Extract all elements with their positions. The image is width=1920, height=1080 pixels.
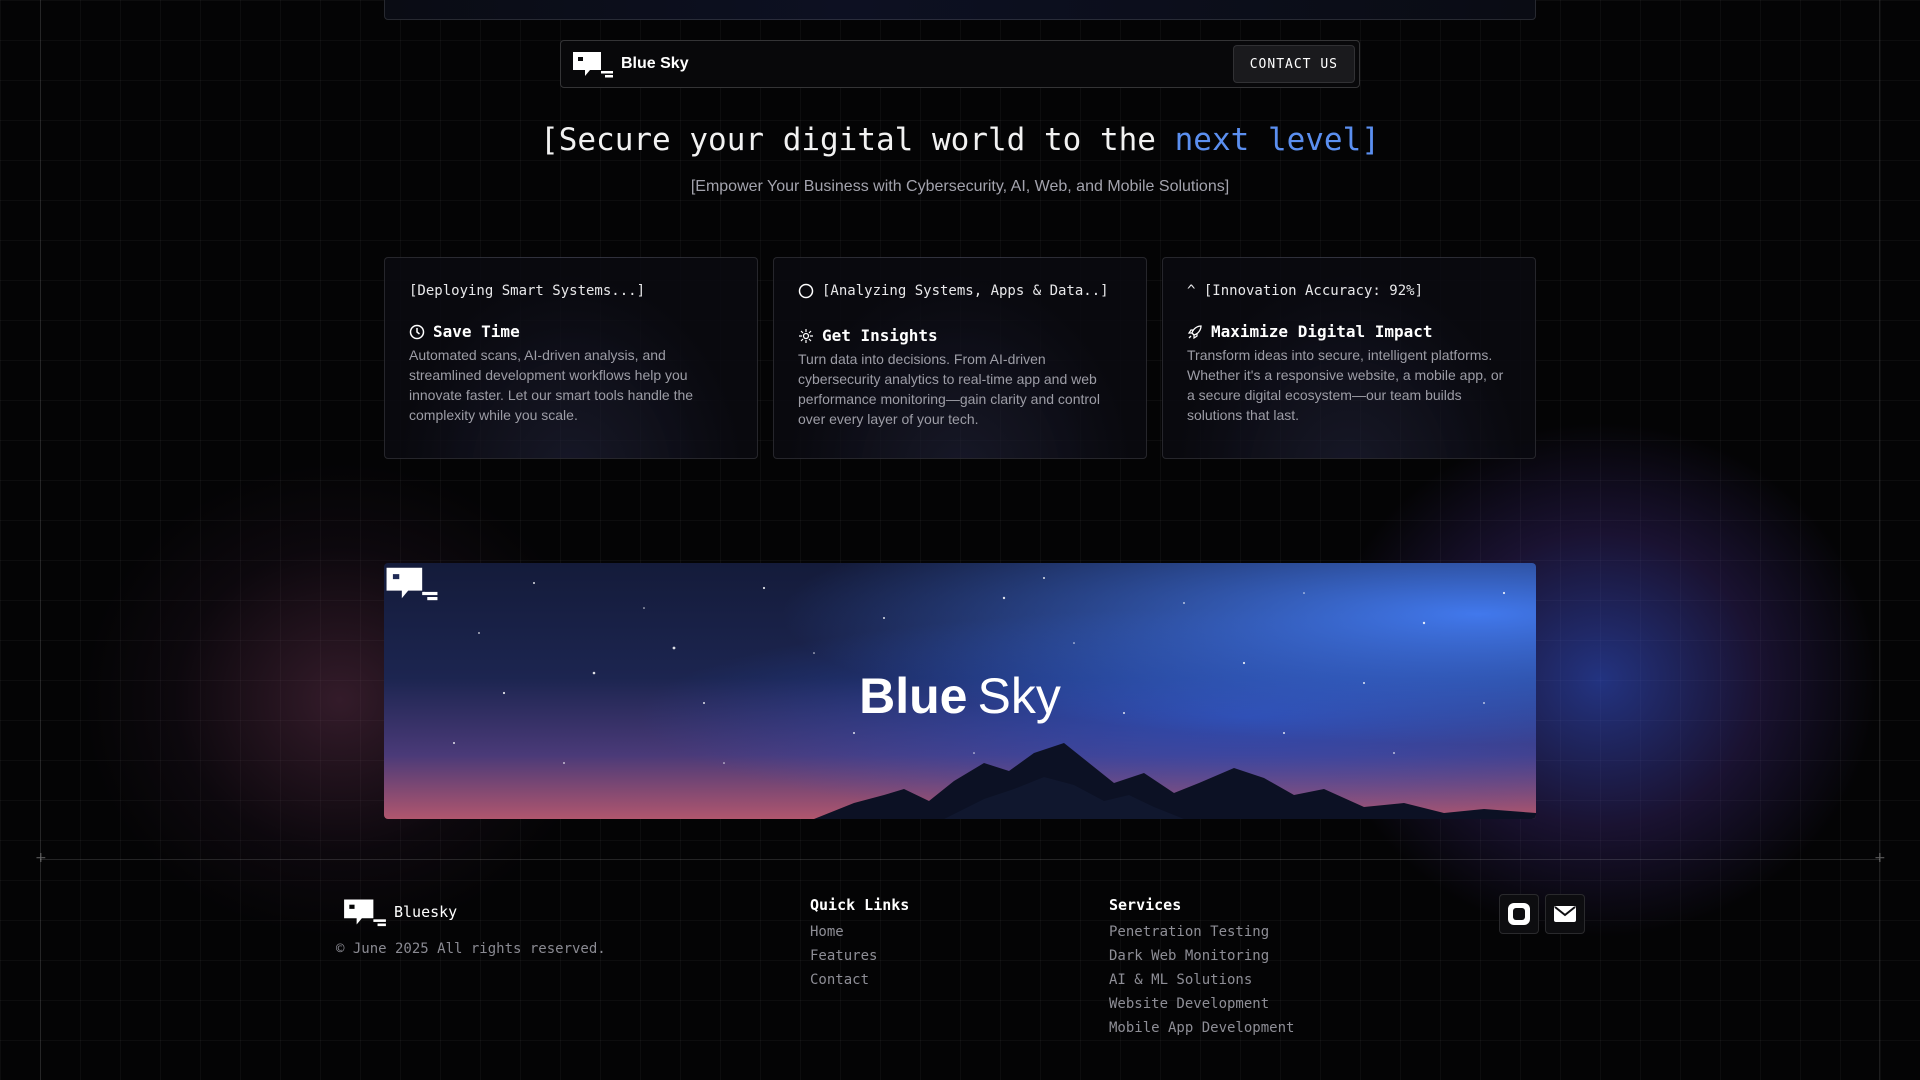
grid-background bbox=[0, 0, 1920, 1080]
footer-services: Services Penetration Testing Dark Web Mo… bbox=[1109, 896, 1294, 1040]
brand-name: Blue Sky bbox=[621, 55, 689, 72]
card-body: Turn data into decisions. From AI-driven… bbox=[798, 351, 1100, 427]
corner-plus-left: + bbox=[35, 850, 47, 866]
card-heading-text: Get Insights bbox=[822, 326, 938, 345]
spark-icon bbox=[799, 328, 813, 343]
feature-cards: [Deploying Smart Systems...] Save Time A… bbox=[384, 257, 1536, 459]
footer-quick-links: Quick Links Home Features Contact bbox=[810, 896, 909, 992]
footer-brand[interactable]: Bluesky bbox=[342, 896, 457, 928]
frame-line-left bbox=[40, 0, 41, 1080]
banner-wordmark: Blue Sky bbox=[859, 667, 1061, 725]
footer-link-mobile-app-development[interactable]: Mobile App Development bbox=[1109, 1016, 1294, 1040]
card-heading: Maximize Digital Impact bbox=[1187, 322, 1511, 341]
footer-link-features[interactable]: Features bbox=[810, 944, 909, 968]
footer-link-home[interactable]: Home bbox=[810, 920, 909, 944]
hero-title-accent: next level] bbox=[1174, 122, 1380, 158]
logo-icon bbox=[344, 899, 386, 927]
previous-section-edge bbox=[384, 0, 1536, 20]
circle-icon bbox=[798, 283, 814, 299]
hero-subtitle: [Empower Your Business with Cybersecurit… bbox=[690, 178, 1230, 195]
card-heading-text: Maximize Digital Impact bbox=[1211, 322, 1433, 341]
logo-icon bbox=[573, 52, 613, 78]
clock-icon bbox=[409, 324, 425, 339]
footer-link-contact[interactable]: Contact bbox=[810, 968, 909, 992]
banner-logo: Blue Sky bbox=[384, 563, 1536, 819]
card-body: Transform ideas into secure, intelligent… bbox=[1187, 347, 1504, 423]
feature-card-get-insights: [Analyzing Systems, Apps & Data..] Get I… bbox=[773, 257, 1147, 459]
banner-word-light: Sky bbox=[977, 668, 1061, 724]
card-tag: [Deploying Smart Systems...] bbox=[409, 282, 733, 300]
footer-link-ai-ml[interactable]: AI & ML Solutions bbox=[1109, 968, 1294, 992]
hero-banner: Blue Sky bbox=[384, 563, 1536, 819]
card-body: Automated scans, AI-driven analysis, and… bbox=[409, 347, 694, 423]
services-title: Services bbox=[1109, 896, 1182, 914]
footer-link-website-development[interactable]: Website Development bbox=[1109, 992, 1294, 1016]
footer-link-penetration-testing[interactable]: Penetration Testing bbox=[1109, 920, 1294, 944]
mail-button[interactable] bbox=[1545, 894, 1585, 934]
brand[interactable]: Blue Sky bbox=[571, 49, 689, 79]
card-heading-text: Save Time bbox=[433, 322, 520, 341]
hero-title: [Secure your digital world to the next l… bbox=[0, 122, 1920, 158]
instagram-icon bbox=[1508, 903, 1530, 925]
rocket-icon bbox=[1187, 324, 1202, 339]
quick-links-title: Quick Links bbox=[810, 896, 910, 914]
mail-icon bbox=[1554, 906, 1576, 922]
hero-title-text: [Secure your digital world to the bbox=[540, 122, 1175, 158]
feature-card-save-time: [Deploying Smart Systems...] Save Time A… bbox=[384, 257, 758, 459]
footer-divider bbox=[40, 859, 1880, 860]
footer-brand-name: Bluesky bbox=[394, 903, 458, 921]
feature-card-maximize-impact: ^ [Innovation Accuracy: 92%] Maximize Di… bbox=[1162, 257, 1536, 459]
corner-plus-right: + bbox=[1874, 850, 1886, 866]
logo-icon bbox=[386, 567, 438, 601]
card-tag-text: ^ [Innovation Accuracy: 92%] bbox=[1187, 283, 1424, 299]
banner-word-bold: Blue bbox=[859, 668, 968, 724]
social-links bbox=[1499, 894, 1585, 934]
card-tag-text: [Deploying Smart Systems...] bbox=[409, 283, 646, 299]
frame-line-right bbox=[1879, 0, 1880, 1080]
instagram-button[interactable] bbox=[1499, 894, 1539, 934]
card-heading: Get Insights bbox=[798, 326, 1122, 345]
card-heading: Save Time bbox=[409, 322, 733, 341]
navbar: Blue Sky CONTACT US bbox=[560, 40, 1360, 88]
footer-link-dark-web-monitoring[interactable]: Dark Web Monitoring bbox=[1109, 944, 1294, 968]
card-tag-text: [Analyzing Systems, Apps & Data..] bbox=[822, 283, 1109, 299]
card-tag: ^ [Innovation Accuracy: 92%] bbox=[1187, 282, 1511, 300]
copyright: © June 2025 All rights reserved. bbox=[336, 941, 606, 957]
card-tag: [Analyzing Systems, Apps & Data..] bbox=[798, 282, 1122, 300]
contact-us-button[interactable]: CONTACT US bbox=[1232, 45, 1355, 83]
